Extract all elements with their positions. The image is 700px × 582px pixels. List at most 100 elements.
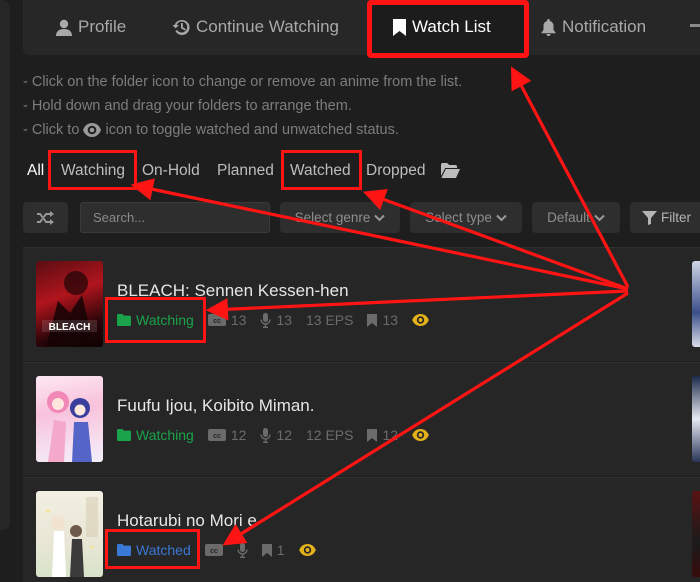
bookmark-count: 13 bbox=[367, 312, 398, 328]
eye-icon bbox=[412, 429, 429, 441]
svg-text:cc: cc bbox=[213, 433, 221, 440]
tab-profile[interactable]: Profile bbox=[56, 17, 126, 37]
microphone-icon bbox=[260, 312, 272, 328]
filter-icon bbox=[642, 210, 657, 225]
chevron-down-icon bbox=[496, 214, 507, 221]
sub-count-value: 13 bbox=[230, 312, 247, 328]
status-folder-button[interactable]: Watching bbox=[117, 427, 194, 443]
anime-meta: Watching cc 12 12 12 EPS 12 bbox=[117, 427, 443, 443]
bookmark-icon bbox=[393, 18, 406, 36]
microphone-icon bbox=[237, 542, 248, 558]
tip-text: icon to toggle watched and unwatched sta… bbox=[105, 122, 399, 138]
dub-count bbox=[237, 542, 248, 558]
watchlist-tips: - Click on the folder icon to change or … bbox=[23, 70, 462, 145]
folder-open-icon[interactable] bbox=[441, 163, 460, 183]
status-label: Watched bbox=[136, 542, 191, 558]
tip-text: - Click to bbox=[23, 122, 80, 138]
closed-captions-icon: cc bbox=[204, 544, 223, 556]
microphone-icon bbox=[260, 427, 272, 443]
sub-count: cc 13 bbox=[207, 312, 247, 328]
list-item[interactable]: BLEACH BLEACH: Sennen Kessen-hen Watchin… bbox=[23, 247, 700, 361]
folder-watching[interactable]: Watching bbox=[61, 162, 125, 180]
bookmark-count: 1 bbox=[261, 542, 285, 558]
anime-title[interactable]: Hotarubi no Mori e bbox=[117, 511, 257, 531]
shuffle-button[interactable] bbox=[23, 202, 68, 233]
user-icon bbox=[56, 19, 72, 36]
eye-icon bbox=[298, 544, 316, 556]
closed-captions-icon: cc bbox=[207, 314, 226, 326]
next-column-thumbnail bbox=[692, 491, 700, 577]
status-folder-button[interactable]: Watching bbox=[117, 312, 194, 328]
folder-icon bbox=[117, 544, 131, 556]
anime-poster[interactable]: BLEACH bbox=[36, 261, 103, 347]
chevron-down-icon bbox=[374, 214, 386, 221]
fuufu-poster-art bbox=[47, 391, 92, 462]
left-panel-edge bbox=[0, 0, 10, 530]
sort-select[interactable]: Default bbox=[532, 202, 620, 233]
type-select[interactable]: Select type bbox=[410, 202, 522, 233]
next-column-thumbnail bbox=[692, 261, 700, 347]
tab-profile-label: Profile bbox=[78, 17, 127, 36]
dub-count: 13 bbox=[260, 312, 292, 328]
status-label: Watching bbox=[136, 312, 194, 328]
sub-count: cc bbox=[204, 544, 223, 556]
episode-count: 13 EPS bbox=[306, 312, 354, 328]
type-select-label: Select type bbox=[425, 210, 492, 225]
dub-count: 12 bbox=[260, 427, 292, 443]
anime-title[interactable]: Fuufu Ijou, Koibito Miman. bbox=[117, 396, 314, 416]
eye-icon bbox=[412, 314, 429, 326]
list-item[interactable]: Fuufu Ijou, Koibito Miman. Watching cc 1… bbox=[23, 362, 700, 476]
folder-dropped[interactable]: Dropped bbox=[366, 162, 425, 180]
tip-line: - Click on the folder icon to change or … bbox=[23, 74, 463, 90]
anime-meta: Watched cc 1 bbox=[117, 542, 330, 558]
hotarubi-poster-art bbox=[46, 497, 98, 577]
tab-watch-list[interactable]: Watch List bbox=[393, 17, 491, 37]
sub-count-value: 12 bbox=[230, 427, 247, 443]
search-input[interactable] bbox=[80, 202, 270, 233]
folder-planned[interactable]: Planned bbox=[217, 162, 274, 180]
dub-count-value: 12 bbox=[276, 427, 292, 443]
anime-poster[interactable] bbox=[36, 491, 103, 577]
chevron-down-icon bbox=[594, 214, 605, 221]
bookmark-count-value: 1 bbox=[276, 542, 285, 558]
bookmark-icon bbox=[367, 313, 378, 327]
history-icon bbox=[173, 19, 190, 35]
folder-icon bbox=[117, 429, 131, 441]
anime-poster[interactable] bbox=[36, 376, 103, 462]
svg-text:cc: cc bbox=[213, 318, 221, 325]
closed-captions-icon: cc bbox=[207, 429, 226, 441]
tab-watch-list-label: Watch List bbox=[412, 17, 491, 36]
status-label: Watching bbox=[136, 427, 194, 443]
folder-all[interactable]: All bbox=[27, 162, 44, 180]
sort-select-label: Default bbox=[547, 210, 590, 225]
tip-line: - Click to icon to toggle watched and un… bbox=[23, 118, 462, 145]
tab-notification-label: Notification bbox=[562, 17, 647, 36]
bleach-poster-art: BLEACH bbox=[42, 271, 97, 347]
sub-count: cc 12 bbox=[207, 427, 247, 443]
folder-on-hold[interactable]: On-Hold bbox=[142, 162, 200, 180]
list-item[interactable]: Hotarubi no Mori e Watched cc 1 bbox=[23, 477, 700, 582]
bookmark-icon bbox=[367, 428, 378, 442]
toggle-watched-button[interactable] bbox=[412, 429, 429, 441]
anime-title[interactable]: BLEACH: Sennen Kessen-hen bbox=[117, 281, 349, 301]
toggle-watched-button[interactable] bbox=[412, 314, 429, 326]
dub-count-value: 13 bbox=[276, 312, 292, 328]
tab-continue-watching[interactable]: Continue Watching bbox=[173, 17, 339, 37]
svg-text:cc: cc bbox=[210, 548, 218, 555]
genre-select-label: Select genre bbox=[294, 210, 371, 225]
toggle-watched-button[interactable] bbox=[298, 544, 316, 556]
filter-button-label: Filter bbox=[661, 210, 691, 225]
bookmark-icon bbox=[261, 543, 272, 557]
status-folder-button[interactable]: Watched bbox=[117, 542, 191, 558]
filter-bar: Select genre Select type Default Filter bbox=[0, 202, 700, 234]
anime-meta: Watching cc 13 13 13 EPS 13 bbox=[117, 312, 443, 328]
folder-watched[interactable]: Watched bbox=[290, 162, 351, 180]
genre-select[interactable]: Select genre bbox=[280, 202, 400, 233]
tab-continue-watching-label: Continue Watching bbox=[196, 17, 340, 36]
filter-button[interactable]: Filter bbox=[630, 202, 700, 233]
poster-logo: BLEACH bbox=[49, 322, 91, 333]
tab-notification[interactable]: Notification bbox=[541, 17, 646, 37]
eye-icon bbox=[83, 121, 102, 145]
bell-icon bbox=[541, 18, 556, 36]
folder-icon bbox=[117, 314, 131, 326]
